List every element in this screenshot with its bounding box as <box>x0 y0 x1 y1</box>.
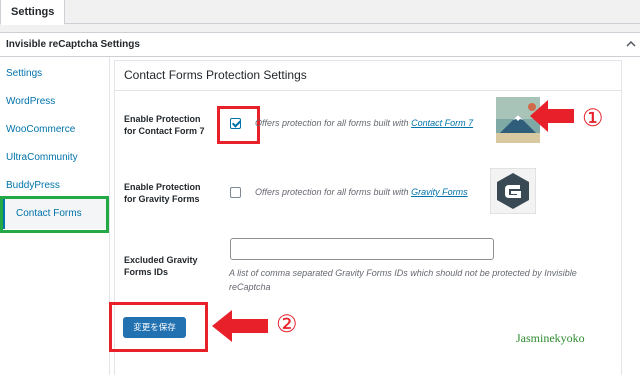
gravity-forms-logo <box>490 168 536 214</box>
sidebar-item-ultracommunity[interactable]: UltraCommunity <box>6 152 78 163</box>
marker-1: ① <box>582 104 604 132</box>
marker-2: ② <box>276 310 298 338</box>
excluded-label: Excluded Gravity Forms IDs <box>124 255 198 277</box>
gravity-checkbox[interactable] <box>230 187 241 198</box>
sidebar-item-wordpress[interactable]: WordPress <box>6 96 55 107</box>
gravity-link[interactable]: Gravity Forms <box>411 187 468 197</box>
red-arrow-2 <box>212 310 268 342</box>
panel-title: Invisible reCaptcha Settings <box>6 39 140 50</box>
gravity-label: Enable Protection for Gravity Forms <box>124 182 201 204</box>
sidebar-item-woocommerce[interactable]: WooCommerce <box>6 124 75 135</box>
cf7-label: Enable Protection for Contact Form 7 <box>124 114 205 136</box>
section-title: Contact Forms Protection Settings <box>124 68 307 82</box>
cf7-link[interactable]: Contact Form 7 <box>411 118 473 128</box>
save-button[interactable]: 変更を保存 <box>123 317 186 338</box>
gravity-description: Offers protection for all forms built wi… <box>255 187 468 197</box>
divider <box>115 90 621 91</box>
watermark: Jasminekyoko <box>516 331 585 345</box>
panel-header: Invisible reCaptcha Settings <box>0 33 640 57</box>
highlight-box-red-checkbox <box>217 106 260 144</box>
sidebar-item-buddypress[interactable]: BuddyPress <box>6 180 60 191</box>
highlight-box-green <box>0 196 109 233</box>
tab-settings[interactable]: Settings <box>0 0 66 25</box>
excluded-ids-input[interactable] <box>230 238 494 260</box>
top-bar: Settings <box>0 0 640 25</box>
excluded-help-text: A list of comma separated Gravity Forms … <box>229 268 577 292</box>
cf7-description: Offers protection for all forms built wi… <box>255 118 474 128</box>
red-arrow-1 <box>530 100 574 132</box>
sidebar-item-settings[interactable]: Settings <box>6 68 42 79</box>
collapse-icon[interactable] <box>624 37 638 51</box>
